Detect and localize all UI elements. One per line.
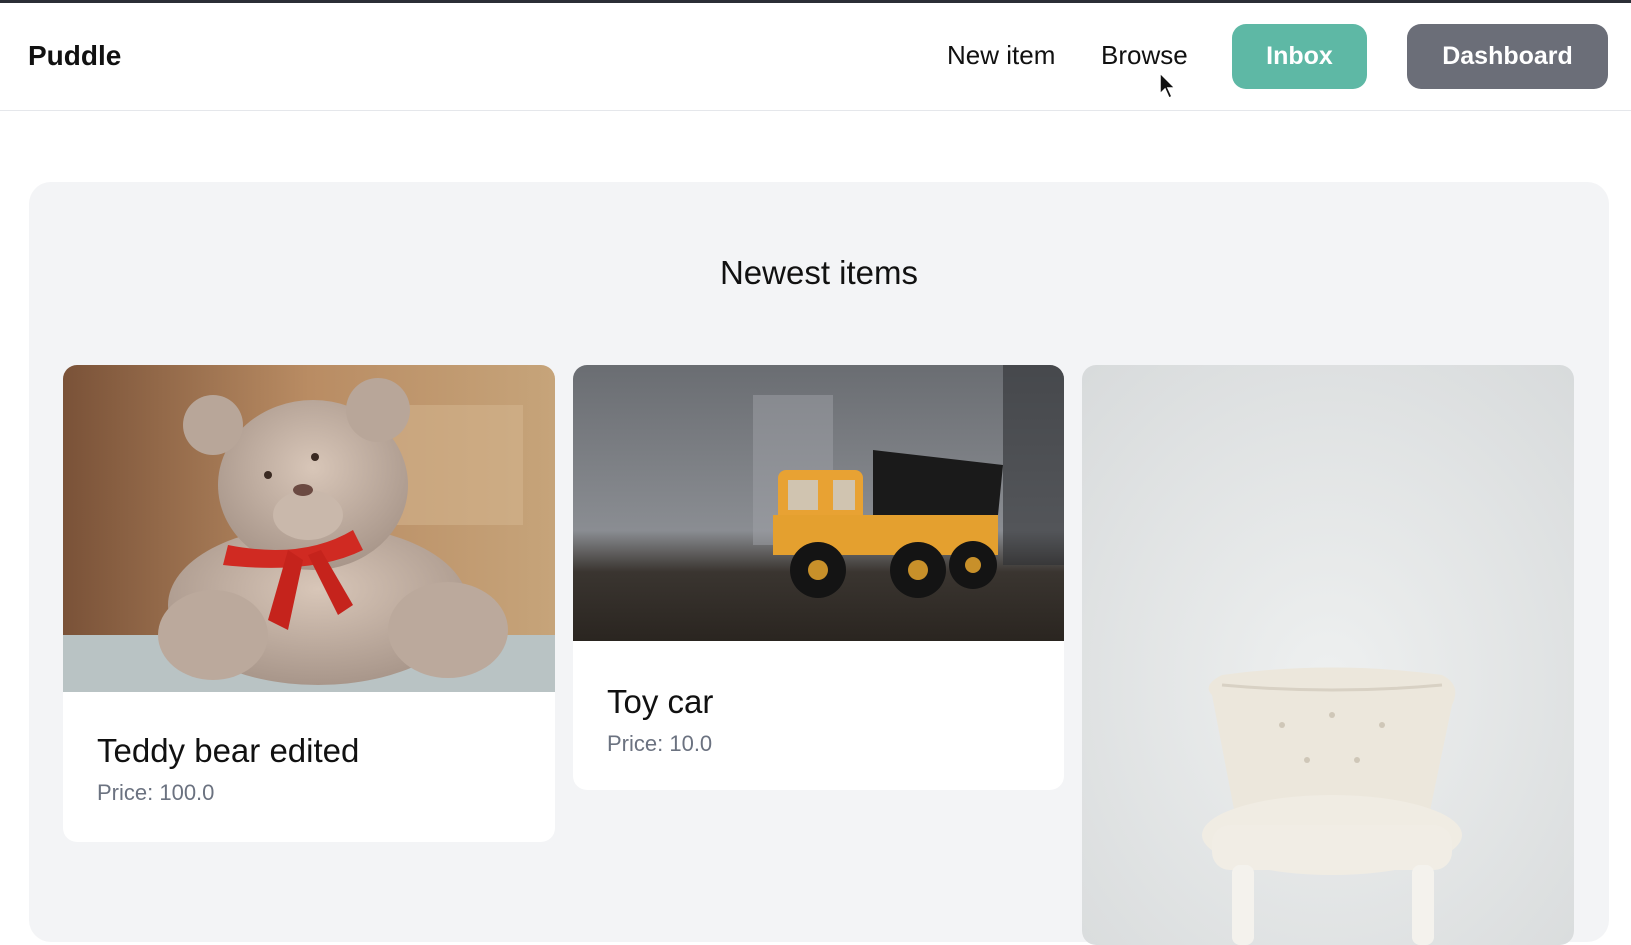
nav-browse-link[interactable]: Browse <box>1101 40 1188 71</box>
top-navbar: Puddle New item Browse Inbox Dashboard <box>0 3 1631 111</box>
item-card-teddy-bear[interactable]: Teddy bear edited Price: 100.0 <box>63 365 555 842</box>
white-chair-image <box>1082 365 1574 945</box>
newest-items-panel: Newest items Teddy bear edited Price: 10… <box>29 182 1609 945</box>
nav-new-item-link[interactable]: New item <box>947 40 1055 71</box>
inbox-button[interactable]: Inbox <box>1232 24 1367 89</box>
item-card-toy-car[interactable]: Toy car Price: 10.0 <box>573 365 1064 790</box>
item-name: Toy car <box>607 683 714 720</box>
brand-logo-link[interactable]: Puddle <box>28 40 121 72</box>
dashboard-button[interactable]: Dashboard <box>1407 24 1608 89</box>
item-price: Price: 100.0 <box>97 780 215 805</box>
toy-truck-image <box>573 365 1064 641</box>
item-price: Price: 10.0 <box>607 731 713 756</box>
item-card-chair[interactable] <box>1082 365 1574 945</box>
mouse-cursor-icon <box>1159 72 1177 100</box>
teddy-bear-image <box>63 365 555 692</box>
item-name: Teddy bear edited <box>97 732 360 769</box>
section-title: Newest items <box>719 254 919 291</box>
